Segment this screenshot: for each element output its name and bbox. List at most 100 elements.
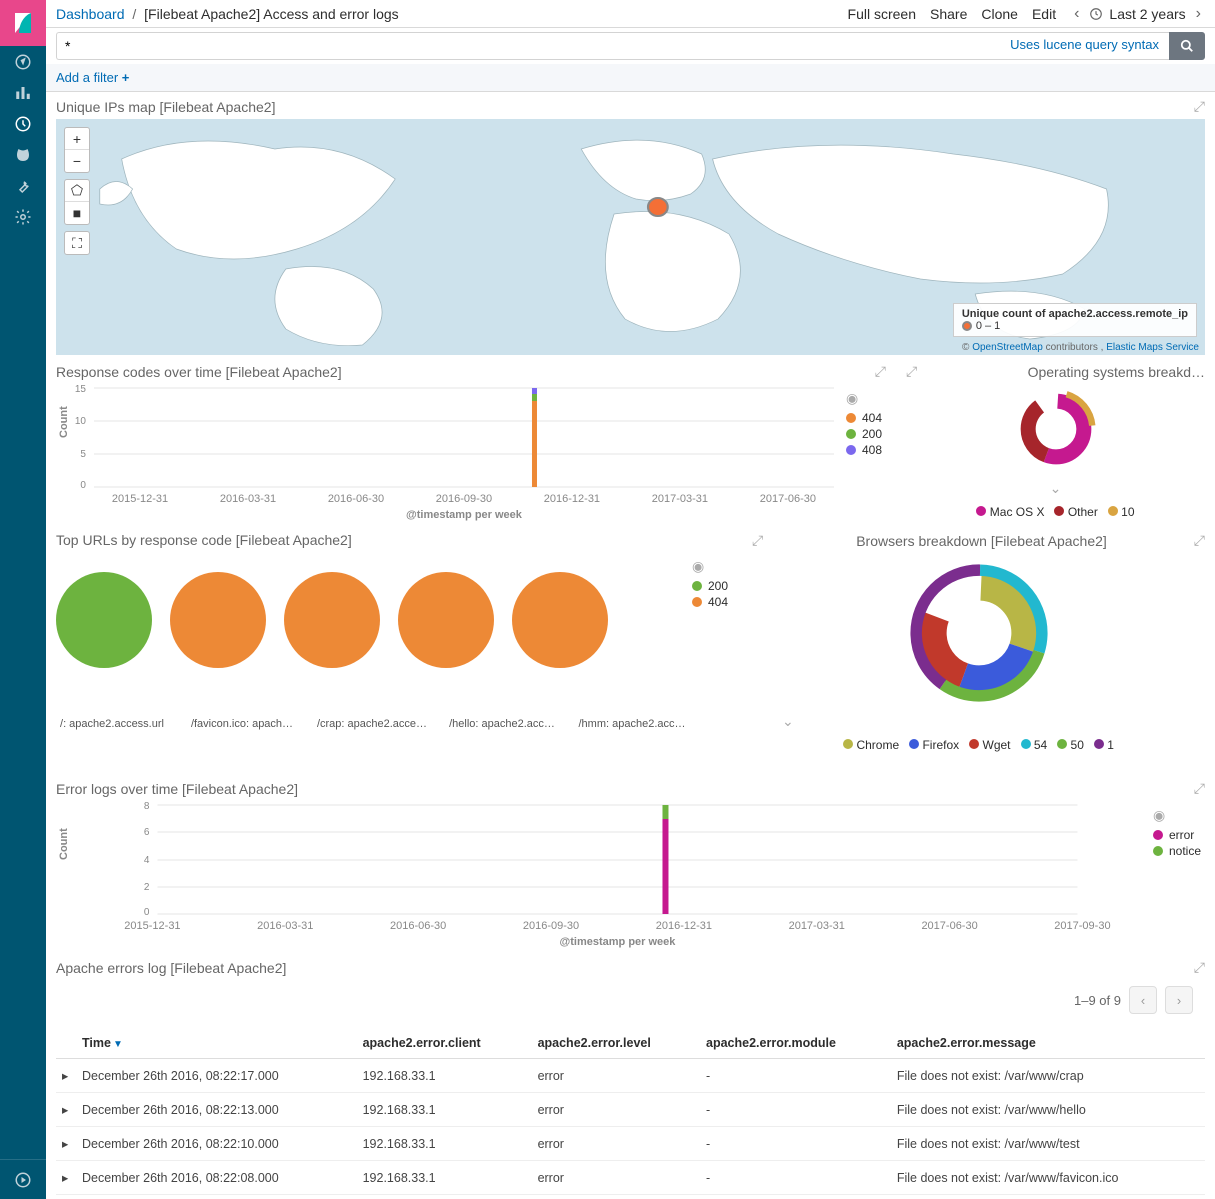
polygon-icon[interactable]: ⬠ [65,180,89,202]
zoom-in-icon[interactable]: + [65,128,89,150]
legend-toggle-icon[interactable]: ◉ [846,390,882,407]
expand-icon[interactable]: ⤢ [906,363,917,380]
pie-chart[interactable] [512,572,608,668]
action-fullscreen[interactable]: Full screen [848,6,916,22]
pager-next-icon[interactable]: › [1165,986,1193,1014]
action-clone[interactable]: Clone [981,6,1018,22]
svg-text:6: 6 [144,827,150,838]
column-header[interactable]: apache2.error.level [532,1028,700,1059]
breadcrumb-root[interactable]: Dashboard [56,6,125,22]
table-row: ▸ December 26th 2016, 08:22:08.000192.16… [56,1161,1205,1195]
column-header[interactable]: apache2.error.message [891,1028,1205,1059]
time-next-icon[interactable]: › [1192,5,1205,23]
expand-icon[interactable]: ⤢ [875,363,886,380]
search-input[interactable] [56,32,1169,60]
ems-link[interactable]: Elastic Maps Service [1106,342,1199,353]
pie-chart[interactable] [170,572,266,668]
nav-collapse[interactable] [0,1159,46,1199]
column-header[interactable]: apache2.error.module [700,1028,891,1059]
svg-text:8: 8 [144,801,150,812]
panel-map: Unique IPs map [Filebeat Apache2]⤢ [46,92,1215,357]
fit-icon[interactable]: ⛶ [65,232,89,254]
table-row: ▸ December 26th 2016, 08:22:17.000192.16… [56,1059,1205,1093]
column-header[interactable]: apache2.error.client [357,1028,532,1059]
legend-toggle-icon[interactable]: ◉ [692,558,728,575]
map-attribution: © OpenStreetMap contributors , Elastic M… [962,342,1199,353]
filterbar: Add a filter + [46,64,1215,92]
legend-item[interactable]: Firefox [909,738,959,752]
pie-chart[interactable] [284,572,380,668]
legend-item[interactable]: notice [1153,844,1201,858]
nav-timelion[interactable] [0,139,46,170]
action-share[interactable]: Share [930,6,967,22]
table-row: ▸ December 26th 2016, 08:22:10.000192.16… [56,1127,1205,1161]
expand-icon[interactable]: ⤢ [1194,532,1205,549]
map-marker[interactable] [648,198,668,216]
panel-title: Operating systems breakd… [1028,364,1205,380]
action-edit[interactable]: Edit [1032,6,1056,22]
row-expand-icon[interactable]: ▸ [56,1059,76,1093]
legend-item[interactable]: 200 [846,427,882,441]
table-row: ▸ December 26th 2016, 08:22:13.000192.16… [56,1093,1205,1127]
panel-response-codes: Response codes over time [Filebeat Apach… [46,357,896,526]
legend-item[interactable]: 50 [1057,738,1084,752]
search-button[interactable] [1169,32,1205,60]
rect-icon[interactable]: ■ [65,202,89,224]
legend-toggle-icon[interactable]: ⌄ [782,713,794,730]
legend-item[interactable]: 10 [1108,505,1135,519]
legend-item[interactable]: Other [1054,505,1097,519]
error-logs-chart[interactable]: Count 8 6 4 2 0 [56,801,1149,951]
browsers-donut-chart[interactable] [899,553,1059,713]
nav-visualize[interactable] [0,77,46,108]
panel-top-urls: Top URLs by response code [Filebeat Apac… [46,526,742,774]
panel-title: Error logs over time [Filebeat Apache2] [56,781,298,797]
legend-item[interactable]: 200 [692,579,728,593]
search-icon [1180,39,1194,53]
kibana-logo[interactable] [0,0,46,46]
nav-discover[interactable] [0,46,46,77]
legend-item[interactable]: 404 [846,411,882,425]
legend-toggle-icon[interactable]: ◉ [1153,807,1201,824]
panel-title: Browsers breakdown [Filebeat Apache2] [856,533,1107,549]
breadcrumb: Dashboard / [Filebeat Apache2] Access an… [56,6,848,22]
svg-text:5: 5 [80,449,86,460]
map-area[interactable]: + − ⬠ ■ ⛶ Unique count of apache2.access… [56,119,1205,355]
nav-management[interactable] [0,201,46,232]
legend-item[interactable]: error [1153,828,1201,842]
row-expand-icon[interactable]: ▸ [56,1093,76,1127]
svg-text:4: 4 [144,855,150,866]
syntax-hint[interactable]: Uses lucene query syntax [1010,37,1159,52]
pie-chart[interactable] [398,572,494,668]
legend-item[interactable]: Wget [969,738,1010,752]
nav-devtools[interactable] [0,170,46,201]
time-picker: ‹ Last 2 years › [1070,5,1205,23]
nav-dashboard[interactable] [0,108,46,139]
column-header[interactable]: Time▼ [76,1028,357,1059]
zoom-out-icon[interactable]: − [65,150,89,172]
pie-chart[interactable] [56,572,152,668]
row-expand-icon[interactable]: ▸ [56,1127,76,1161]
expand-icon[interactable]: ⤢ [752,532,763,549]
breadcrumb-current: [Filebeat Apache2] Access and error logs [144,6,398,22]
pager-prev-icon[interactable]: ‹ [1129,986,1157,1014]
legend-toggle-icon[interactable]: ⌄ [1050,480,1062,497]
expand-icon[interactable]: ⤢ [1194,780,1205,797]
add-filter[interactable]: Add a filter + [56,70,129,85]
time-prev-icon[interactable]: ‹ [1070,5,1083,23]
row-expand-icon[interactable]: ▸ [56,1161,76,1195]
expand-icon[interactable]: ⤢ [1194,98,1205,115]
legend-item[interactable]: 408 [846,443,882,457]
svg-text:15: 15 [75,384,87,395]
legend-item[interactable]: 54 [1021,738,1048,752]
legend-item[interactable]: Chrome [843,738,899,752]
panel-title: Apache errors log [Filebeat Apache2] [56,960,286,976]
legend-item[interactable]: 404 [692,595,728,609]
clock-icon [1089,7,1103,21]
legend-item[interactable]: Mac OS X [976,505,1044,519]
legend-item[interactable]: 1 [1094,738,1114,752]
expand-icon[interactable]: ⤢ [1194,959,1205,976]
time-range[interactable]: Last 2 years [1109,6,1185,22]
osm-link[interactable]: OpenStreetMap [972,342,1043,353]
os-donut-chart[interactable] [1011,384,1101,474]
response-codes-chart[interactable]: Count 15 10 5 0 2015-12- [56,384,842,524]
